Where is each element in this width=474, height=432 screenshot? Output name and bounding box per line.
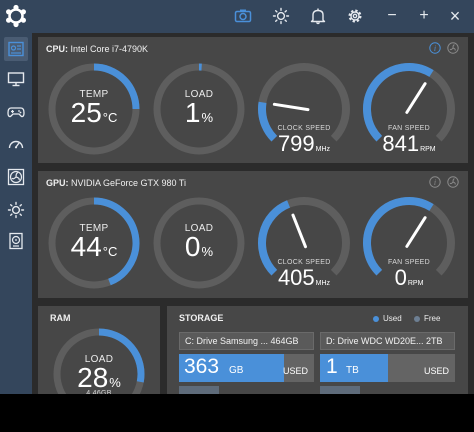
ram-load-number: 28 [77,362,109,393]
cpu-load-number: 1 [184,97,201,128]
brightness-icon [7,201,25,219]
drive-d-used-value: 1 [326,355,338,378]
sidebar-item-dashboard[interactable] [4,37,28,61]
monitor-icon [7,72,25,87]
drive-d-used-label: USED [424,366,450,376]
gpu-clock-unit: MHz [315,280,331,287]
sidebar-item-brightness[interactable] [4,198,28,222]
close-button[interactable]: × [443,5,467,27]
gpu-temp-number: 44 [70,231,102,262]
speedometer-icon [8,140,24,149]
cpu-fan-value: 841RPM [361,131,457,157]
drive-d-used-unit: TB [346,365,359,376]
drive-d-name[interactable]: D: Drive WDC WD20E... 2TB [320,332,455,350]
sidebar-item-speedometer[interactable] [4,133,28,157]
sidebar [0,33,32,394]
app-logo-icon[interactable] [4,4,28,28]
gpu-temp-unit: °C [102,244,118,259]
info-icon[interactable]: i [429,42,441,54]
fan-icon [7,168,25,186]
info-icon[interactable]: i [429,176,441,188]
sidebar-item-gamepad[interactable] [4,100,28,124]
gpu-load-gauge: LOAD 0% [151,195,247,291]
hard-drive-icon [9,232,23,250]
gpu-fan-unit: RPM [407,280,424,287]
drive-c-used-value: 363 [184,355,220,378]
legend-free: Free [414,314,440,323]
cpu-temp-value: 25°C [46,97,142,129]
gamepad-icon [7,107,25,118]
cpu-title-prefix: CPU: [46,44,68,54]
gpu-fan-value: 0RPM [361,265,457,291]
camera-icon[interactable] [234,7,252,25]
drive-d-next-row [320,386,360,394]
cpu-fan-unit: RPM [420,146,436,153]
cpu-clock-gauge: CLOCK SPEED 799MHz [256,61,352,157]
dial-needle [291,213,307,249]
cpu-clock-number: 799 [277,131,315,156]
sidebar-item-fan[interactable] [4,165,28,189]
legend-used-label: Used [383,314,402,323]
dial-needle [405,216,427,248]
gpu-name: NVIDIA GeForce GTX 980 Ti [71,178,187,188]
gpu-load-value: 0% [151,231,247,263]
bell-icon[interactable] [309,7,327,25]
gpu-load-number: 0 [184,231,201,262]
drive-c-used-label: USED [283,366,309,376]
sidebar-item-storage[interactable] [4,229,28,253]
ram-load-unit: % [109,375,121,390]
used-dot [373,315,379,322]
drive-d-usage-bar: 1 TB USED [320,354,455,382]
storage-title: STORAGE [179,313,224,323]
fan-settings-icon[interactable] [447,176,459,188]
cpu-load-unit: % [201,110,214,125]
dial-needle [405,82,427,114]
cpu-clock-value: 799MHz [256,131,352,157]
cpu-fan-gauge: FAN SPEED 841RPM [361,61,457,157]
gpu-clock-value: 405MHz [256,265,352,291]
gpu-title-prefix: GPU: [46,178,69,188]
gpu-clock-number: 405 [277,265,315,290]
dashboard-icon [8,41,24,57]
legend-used: Used [373,314,402,323]
cpu-temp-unit: °C [102,110,118,125]
drive-c-name[interactable]: C: Drive Samsung ... 464GB [179,332,314,350]
sidebar-item-monitor[interactable] [4,67,28,91]
svg-text:i: i [434,44,436,53]
gpu-temp-value: 44°C [46,231,142,263]
ram-title: RAM [50,313,71,323]
cpu-clock-unit: MHz [315,146,331,153]
minimize-button[interactable]: − [380,5,404,27]
gpu-fan-gauge: FAN SPEED 0RPM [361,195,457,291]
cpu-load-gauge: LOAD 1% [151,61,247,157]
drive-c-used-unit: GB [229,365,244,376]
dial-needle [272,102,310,112]
cpu-title: CPU: Intel Core i7-4790K [46,44,148,54]
fan-settings-icon[interactable] [447,42,459,54]
gpu-fan-number: 0 [394,265,407,290]
svg-text:i: i [434,178,436,187]
cpu-fan-number: 841 [382,131,420,156]
free-dot [414,315,420,322]
cpu-load-value: 1% [151,97,247,129]
gear-icon[interactable] [346,7,364,25]
cpu-temp-number: 25 [70,97,102,128]
gpu-load-unit: % [201,244,214,259]
drive-c-next-row [179,386,219,394]
cpu-temp-gauge: TEMP 25°C [46,61,142,157]
maximize-button[interactable]: + [412,5,436,27]
brightness-icon[interactable] [272,7,290,25]
legend-free-label: Free [424,314,441,323]
bottom-black-bar [0,394,474,432]
gpu-clock-gauge: CLOCK SPEED 405MHz [256,195,352,291]
drive-c-usage-bar: 363 GB USED [179,354,314,382]
title-bar: − + × [0,0,474,33]
gpu-temp-gauge: TEMP 44°C [46,195,142,291]
cpu-name: Intel Core i7-4790K [70,44,149,54]
gpu-title: GPU: NVIDIA GeForce GTX 980 Ti [46,178,186,188]
